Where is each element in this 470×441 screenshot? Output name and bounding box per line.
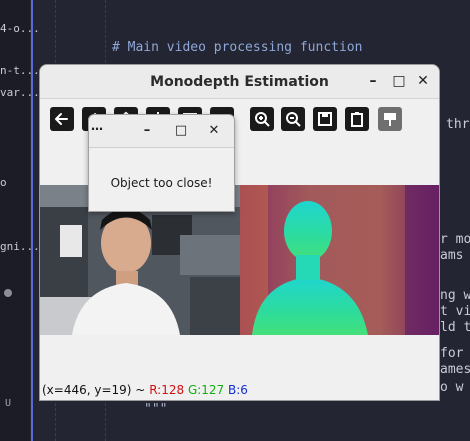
dialog-message: Object too close! (110, 176, 213, 190)
code-fragment[interactable]: r mo (440, 232, 470, 247)
pixel-blue-value: B:6 (228, 383, 248, 397)
zoom-out-icon[interactable] (281, 107, 305, 131)
zoom-in-icon[interactable] (250, 107, 274, 131)
dialog-minimize-button[interactable]: – (139, 123, 155, 139)
depth-map-frame (240, 185, 439, 335)
minimize-button[interactable]: – (364, 73, 382, 91)
status-bar: (x=446, y=19) ~ R:128 G:127 B:6 (42, 383, 248, 397)
pixel-red-value: R:128 (149, 383, 185, 397)
cursor-coords: (x=446, y=19) ~ (42, 383, 146, 397)
explorer-item[interactable]: n-t... (0, 64, 40, 77)
alert-dialog: … – □ ✕ Object too close! (88, 114, 235, 212)
dialog-maximize-button[interactable]: □ (173, 123, 189, 139)
save-icon[interactable] (313, 107, 337, 131)
explorer-item[interactable]: o (0, 176, 7, 189)
pixel-green-value: G:127 (187, 383, 225, 397)
copy-clipboard-icon[interactable] (345, 107, 369, 131)
dialog-titlebar[interactable]: … – □ ✕ (89, 115, 234, 148)
panel-divider[interactable] (31, 0, 33, 441)
back-arrow-icon[interactable] (50, 107, 74, 131)
modified-dot-icon (4, 289, 12, 297)
code-fragment[interactable]: t vi (440, 304, 470, 319)
docstring-end[interactable]: """ (144, 402, 167, 417)
depth-image (240, 185, 439, 335)
dialog-title: … (91, 119, 103, 133)
dialog-close-button[interactable]: ✕ (206, 123, 222, 139)
code-fragment[interactable]: thr (446, 117, 469, 132)
git-status-marker: U (5, 398, 12, 409)
code-fragment[interactable]: ams (440, 248, 463, 263)
code-fragment[interactable]: for (440, 346, 463, 361)
close-button[interactable]: ✕ (414, 73, 432, 91)
code-fragment[interactable]: ng w (440, 288, 470, 303)
explorer-item[interactable]: 4-o... (0, 22, 40, 35)
file-explorer-panel: 4-o... n-t... var... o gni... U (0, 0, 40, 441)
code-comment[interactable]: # Main video processing function (112, 40, 362, 55)
code-fragment[interactable]: ld t (440, 320, 470, 335)
maximize-button[interactable]: □ (390, 73, 408, 91)
window-titlebar[interactable]: Monodepth Estimation – □ ✕ (40, 65, 439, 99)
explorer-item[interactable]: gni... (0, 240, 40, 253)
properties-icon[interactable] (378, 107, 402, 131)
code-fragment[interactable]: ames (440, 362, 470, 377)
explorer-item[interactable]: var... (0, 86, 40, 99)
code-fragment[interactable]: o w (440, 380, 463, 395)
